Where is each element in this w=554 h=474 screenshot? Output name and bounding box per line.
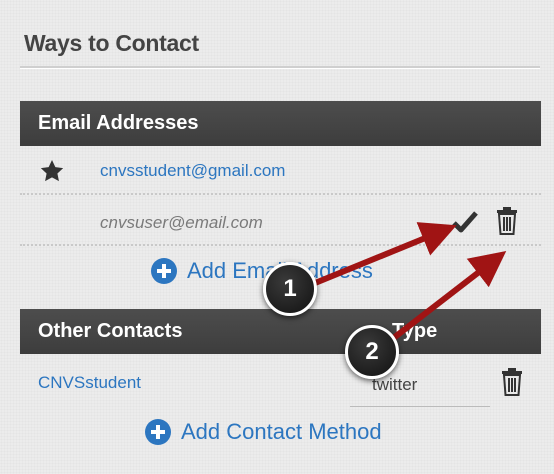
add-contact-method-label: Add Contact Method [181,419,382,444]
ways-to-contact-panel: Ways to Contact Email Addresses cnvsstud… [0,0,554,474]
trash-icon[interactable] [495,207,519,235]
add-email-address-button[interactable]: Add Email Address [151,258,373,284]
star-icon[interactable] [38,158,66,184]
email-row-primary: cnvsstudent@gmail.com [20,146,541,195]
plus-circle-icon [145,419,171,445]
callout-badge-2: 2 [345,325,399,379]
email-addresses-header-label: Email Addresses [38,112,199,134]
callout-2-label: 2 [365,338,379,365]
primary-email-link[interactable]: cnvsstudent@gmail.com [100,161,285,181]
secondary-email-text: cnvsuser@email.com [100,213,263,232]
other-contacts-header: Other Contacts Type [20,309,541,354]
title-divider [20,66,540,69]
checkmark-icon[interactable] [452,211,478,233]
add-contact-method-button[interactable]: Add Contact Method [145,419,382,445]
email-addresses-header: Email Addresses [20,101,541,146]
email-row-secondary: cnvsuser@email.com [20,197,541,246]
callout-badge-1: 1 [263,262,317,316]
callout-1-label: 1 [283,275,297,302]
trash-icon[interactable] [500,368,524,396]
section-title: Ways to Contact [24,30,199,56]
other-contacts-header-label: Other Contacts [38,320,183,342]
type-column-header: Type [392,320,438,342]
plus-circle-icon [151,258,177,284]
contact-value-link[interactable]: CNVSstudent [38,373,141,393]
